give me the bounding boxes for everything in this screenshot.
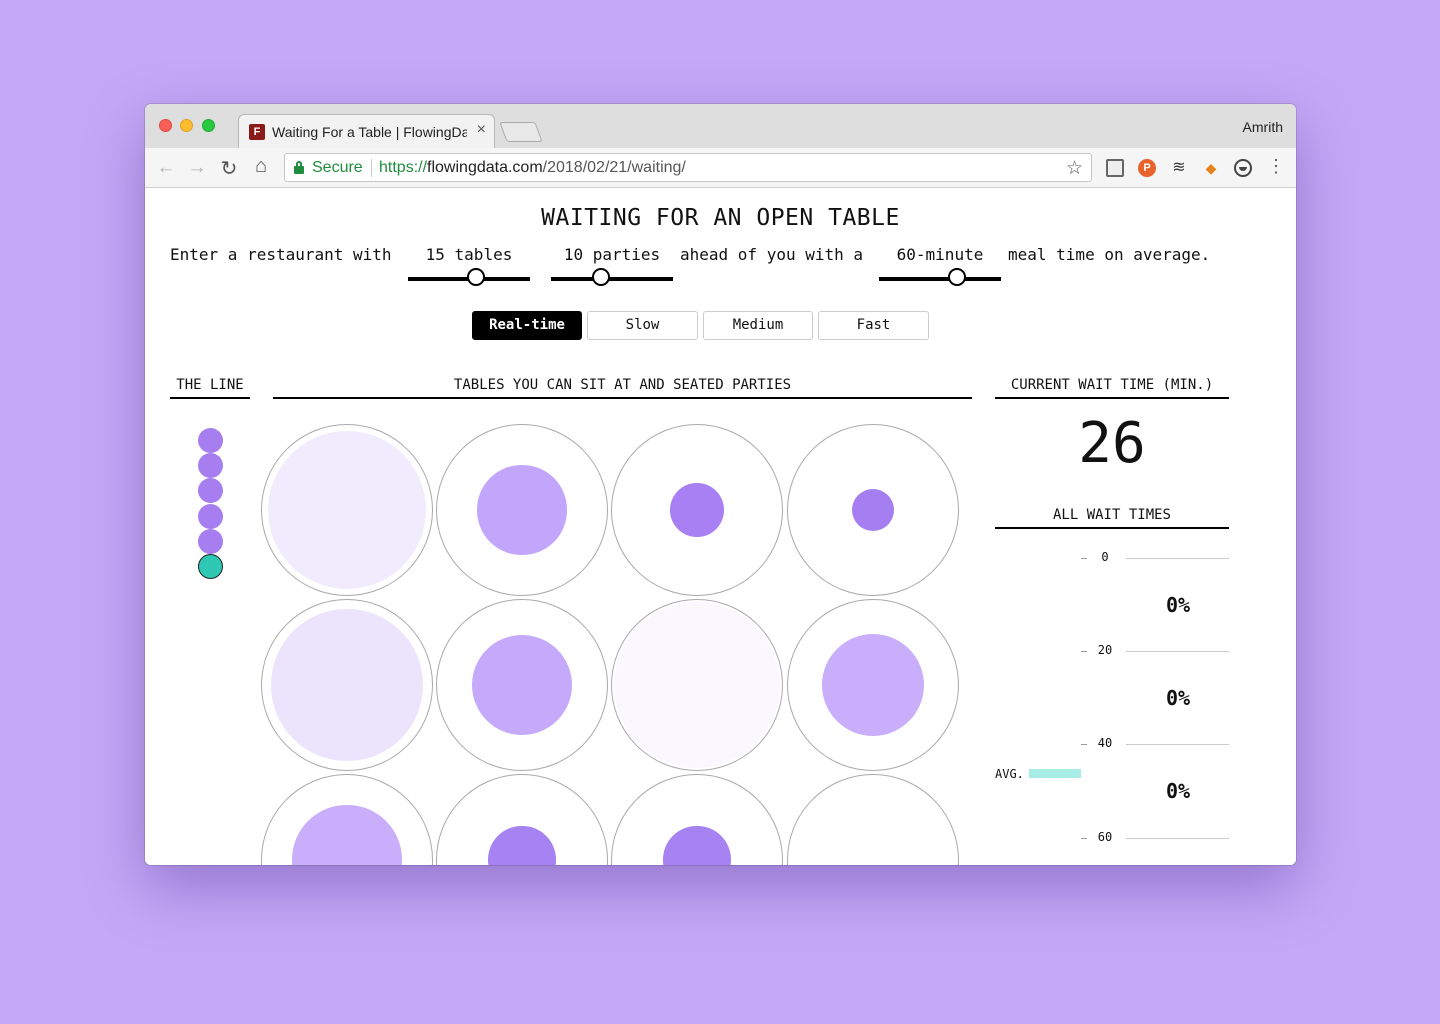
minimize-window-button[interactable] [180, 119, 193, 132]
flowingdata-favicon-icon: F [249, 124, 265, 140]
avg-label: AVG. [995, 767, 1024, 781]
meal-slider-thumb[interactable] [948, 268, 967, 286]
sentence-outro: meal time on average. [1008, 245, 1211, 264]
party-in-line-dot [198, 453, 223, 479]
slow-button[interactable]: Slow [587, 311, 698, 340]
address-separator [371, 159, 372, 177]
axis-tick-label: 0 [1101, 550, 1109, 564]
axis-tick-label: 60 [1097, 830, 1113, 844]
parties-slider-track[interactable] [551, 277, 673, 281]
url-protocol: https:// [379, 159, 428, 176]
url-host: flowingdata.com [427, 159, 543, 176]
seated-party [670, 483, 724, 537]
metamask-icon[interactable]: ◆ [1202, 159, 1220, 177]
star-icon[interactable]: ☆ [1066, 157, 1083, 180]
wait-bucket-percent: 0% [1165, 592, 1191, 617]
wait-bucket-percent: 0% [1165, 779, 1191, 803]
the-line-header: THE LINE [170, 377, 250, 399]
seated-party [268, 431, 426, 589]
lock-icon [294, 161, 304, 174]
browser-toolbar: ← → ↻ ⌂ Secure https://flowingdata.com/2… [145, 148, 1296, 188]
title-bar: F Waiting For a Table | FlowingData × Am… [145, 104, 1296, 148]
close-window-button[interactable] [159, 119, 172, 132]
wait-bucket-percent: 0% [1165, 685, 1191, 710]
axis-tick-label: 40 [1097, 736, 1113, 750]
medium-button[interactable]: Medium [703, 311, 813, 340]
page-title: WAITING FOR AN OPEN TABLE [541, 205, 900, 231]
meal-slider-label: 60-minute [896, 245, 984, 264]
axis-tick [1081, 744, 1087, 745]
pocket-icon[interactable]: P [1138, 159, 1156, 177]
party-in-line-dot [198, 528, 223, 554]
home-icon[interactable]: ⌂ [251, 155, 271, 178]
axis-tick [1081, 651, 1087, 652]
axis-gridline [1126, 744, 1229, 745]
tables-slider-label: 15 tables [425, 245, 513, 264]
buffer-icon[interactable]: ≋ [1170, 159, 1188, 177]
axis-gridline [1126, 651, 1229, 652]
meal-slider-track[interactable] [879, 277, 1001, 281]
browser-tab[interactable]: F Waiting For a Table | FlowingData × [238, 114, 495, 148]
axis-tick-label: 20 [1097, 643, 1113, 657]
axis-tick [1081, 838, 1087, 839]
seated-party [471, 634, 573, 736]
all-wait-times-header: ALL WAIT TIMES [995, 507, 1229, 529]
sentence-intro: Enter a restaurant with [170, 245, 392, 264]
extension-icon[interactable] [1234, 159, 1252, 177]
realtime-button[interactable]: Real-time [472, 311, 582, 340]
new-tab-button[interactable] [499, 122, 543, 142]
axis-gridline [1126, 838, 1229, 839]
parties-slider-thumb[interactable] [592, 268, 611, 286]
browser-window: F Waiting For a Table | FlowingData × Am… [145, 104, 1296, 865]
party-in-line-dot [198, 428, 223, 453]
parties-slider-label: 10 parties [563, 245, 661, 264]
menu-icon[interactable]: ⋮ [1267, 157, 1285, 175]
tables-header: TABLES YOU CAN SIT AT AND SEATED PARTIES [273, 377, 972, 399]
url-path: /2018/02/21/waiting/ [542, 159, 686, 176]
axis-tick [1081, 558, 1087, 559]
seated-party [821, 633, 925, 737]
party-in-line-dot [198, 478, 223, 504]
secure-label: Secure [312, 159, 363, 176]
reload-icon[interactable]: ↻ [219, 156, 239, 181]
forward-arrow-icon[interactable]: → [187, 157, 207, 179]
fast-button[interactable]: Fast [818, 311, 929, 340]
seated-party [852, 489, 894, 531]
page-content: WAITING FOR AN OPEN TABLE Enter a restau… [145, 189, 1296, 865]
current-wait-value: 26 [1078, 411, 1146, 476]
avg-marker [1029, 769, 1081, 778]
back-arrow-icon[interactable]: ← [156, 157, 176, 179]
profile-name[interactable]: Amrith [1243, 119, 1283, 135]
party-in-line-dot [198, 503, 223, 529]
sentence-mid: ahead of you with a [680, 245, 864, 264]
current-wait-header: CURRENT WAIT TIME (MIN.) [995, 377, 1229, 399]
tables-slider-thumb[interactable] [467, 268, 486, 286]
url-text[interactable]: https://flowingdata.com/2018/02/21/waiti… [379, 159, 686, 177]
you-in-line-dot [198, 554, 223, 579]
axis-gridline [1126, 558, 1229, 559]
table-plate [787, 774, 959, 865]
seated-party [613, 601, 781, 769]
zoom-window-button[interactable] [202, 119, 215, 132]
address-bar[interactable]: Secure https://flowingdata.com/2018/02/2… [284, 153, 1092, 182]
tab-title: Waiting For a Table | FlowingData [272, 124, 467, 140]
tab-manager-icon[interactable] [1106, 159, 1124, 177]
close-tab-icon[interactable]: × [477, 121, 486, 139]
seated-party [271, 609, 423, 761]
seated-party [477, 465, 567, 555]
